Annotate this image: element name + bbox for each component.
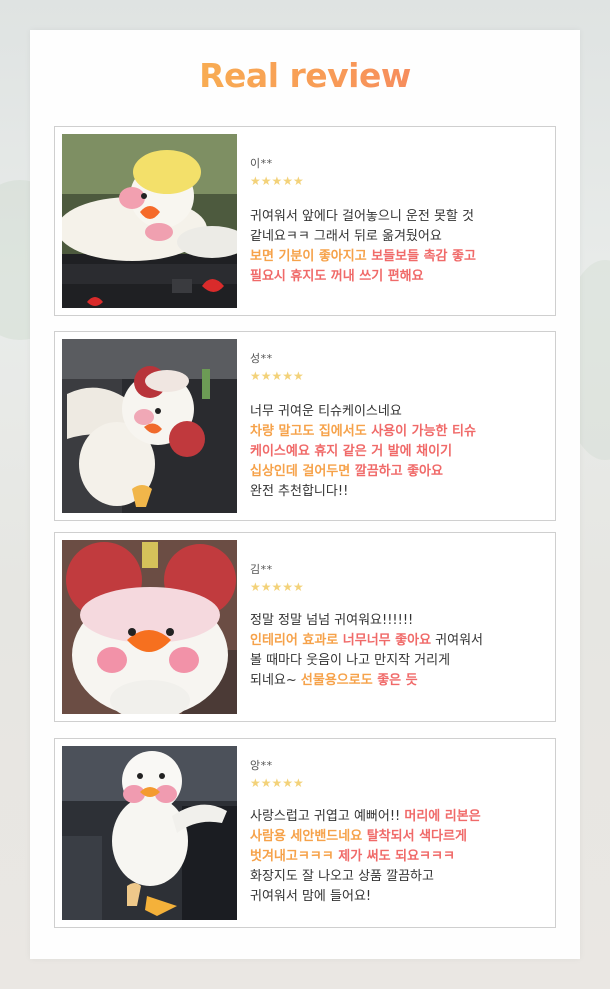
review-text-segment: 십상인데 걸어두면	[250, 464, 355, 479]
review-text-segment: 좋은 듯	[377, 673, 418, 688]
review-line: 되네요~ 선물용으로도 좋은 듯	[250, 671, 550, 691]
review-line: 너무 귀여운 티슈케이스네요	[250, 402, 550, 422]
review-line: 십상인데 걸어두면 깔끔하고 좋아요	[250, 462, 550, 482]
review-line: 정말 정말 넘넘 귀여워요!!!!!!	[250, 611, 550, 631]
review-text-segment: 너무 귀여운 티슈케이스네요	[250, 404, 402, 419]
review-text: 귀여워서 앞에다 걸어놓으니 운전 못할 것같네요ㅋㅋ 그래서 뒤로 옮겨뒀어요…	[250, 207, 550, 287]
review-line: 케이스예요 휴지 같은 거 발에 채이기	[250, 442, 550, 462]
review-line: 사랑스럽고 귀엽고 예뻐어!! 머리에 리본은	[250, 807, 550, 827]
review-text-segment: 사용이 가능한 티슈	[371, 424, 476, 439]
review-text-segment: 보들보들 촉감 좋고	[371, 249, 476, 264]
review-text-segment: 휴지 같은 거 발에 채이기	[314, 444, 453, 459]
review-line: 귀여워서 앞에다 걸어놓으니 운전 못할 것	[250, 207, 550, 227]
review-text-segment: 머리에 리본은	[404, 809, 481, 824]
review-text-segment: 벗겨내고ㅋㅋㅋ	[250, 849, 339, 864]
review-text-segment: 제가 써도 되요ㅋㅋㅋ	[338, 849, 455, 864]
review-line: 완전 추천합니다!!	[250, 482, 550, 502]
review-card: 성** ★★★★★ 너무 귀여운 티슈케이스네요차량 말고도 집에서도 사용이 …	[54, 331, 556, 521]
review-photo-duck-car-seat	[62, 746, 237, 920]
review-card: 앙** ★★★★★ 사랑스럽고 귀엽고 예뻐어!! 머리에 리본은 사람용 세안밴…	[54, 738, 556, 928]
review-line: 사람용 세안밴드네요 탈착되서 색다르게	[250, 827, 550, 847]
reviewer-name: 이**	[250, 157, 273, 170]
reviewer-name: 김**	[250, 563, 273, 576]
review-line: 차량 말고도 집에서도 사용이 가능한 티슈	[250, 422, 550, 442]
review-photo-duck-dashboard	[62, 134, 237, 308]
review-text-segment: 사람용 세안밴드네요	[250, 829, 367, 844]
review-text-segment: 깔끔하고 좋아요	[354, 464, 443, 479]
page-title: Real review	[30, 56, 580, 95]
review-text-segment: 보면 기분이 좋아지고	[250, 249, 372, 264]
review-line: 보면 기분이 좋아지고 보들보들 촉감 좋고	[250, 247, 550, 267]
review-text-segment: 케이스예요	[250, 444, 315, 459]
rating-stars: ★★★★★	[250, 580, 304, 594]
review-text: 정말 정말 넘넘 귀여워요!!!!!! 인테리어 효과로 너무너무 좋아요 귀여워…	[250, 611, 550, 691]
review-text-segment: 귀여워서 앞에다 걸어놓으니 운전 못할 것	[250, 209, 474, 224]
review-line: 같네요ㅋㅋ 그래서 뒤로 옮겨뒀어요	[250, 227, 550, 247]
review-photo-duck-headrest	[62, 339, 237, 513]
review-text-segment: 되네요~	[250, 673, 301, 688]
review-line: 인테리어 효과로 너무너무 좋아요 귀여워서	[250, 631, 550, 651]
review-line: 귀여워서 맘에 들어요!	[250, 887, 550, 907]
review-line: 볼 때마다 웃음이 나고 만지작 거리게	[250, 651, 550, 671]
review-line: 필요시 휴지도 꺼내 쓰기 편해요	[250, 267, 550, 287]
rating-stars: ★★★★★	[250, 369, 304, 383]
review-card: 김** ★★★★★ 정말 정말 넘넘 귀여워요!!!!!! 인테리어 효과로 너무…	[54, 532, 556, 722]
review-text: 사랑스럽고 귀엽고 예뻐어!! 머리에 리본은 사람용 세안밴드네요 탈착되서 색…	[250, 807, 550, 907]
review-text-segment: 화장지도 잘 나오고 상품 깔끔하고	[250, 869, 434, 884]
review-photo-duck-closeup	[62, 540, 237, 714]
review-text-segment: 탈착되서 색다르게	[366, 829, 467, 844]
review-line: 벗겨내고ㅋㅋㅋ 제가 써도 되요ㅋㅋㅋ	[250, 847, 550, 867]
review-text-segment: 볼 때마다 웃음이 나고 만지작 거리게	[250, 653, 451, 668]
review-text-segment: 귀여워서 맘에 들어요!	[250, 889, 372, 904]
review-text-segment: 너무너무 좋아요	[342, 633, 432, 648]
review-text-segment: 같네요ㅋㅋ 그래서 뒤로 옮겨뒀어요	[250, 229, 442, 244]
rating-stars: ★★★★★	[250, 776, 304, 790]
reviewer-name: 성**	[250, 352, 273, 365]
review-card: 이** ★★★★★ 귀여워서 앞에다 걸어놓으니 운전 못할 것같네요ㅋㅋ 그래…	[54, 126, 556, 316]
review-text-segment: 완전 추천합니다!!	[250, 484, 349, 499]
reviewer-name: 앙**	[250, 759, 273, 772]
review-text-segment: 귀여워서	[431, 633, 484, 648]
review-text-segment: 인테리어 효과로	[250, 633, 343, 648]
review-text-segment: 사랑스럽고 귀엽고 예뻐어!!	[250, 809, 405, 824]
review-panel: Real review 이** ★★★★★ 귀여워서 앞에다 걸어놓으니 운전 …	[30, 30, 580, 959]
review-text-segment: 필요시 휴지도 꺼내 쓰기 편해요	[250, 269, 424, 284]
review-line: 화장지도 잘 나오고 상품 깔끔하고	[250, 867, 550, 887]
review-text-segment: 선물용으로도	[300, 673, 378, 688]
review-text-segment: 차량 말고도 집에서도	[250, 424, 372, 439]
review-text-segment: 정말 정말 넘넘 귀여워요!!!!!!	[250, 613, 414, 628]
review-text: 너무 귀여운 티슈케이스네요 차량 말고도 집에서도 사용이 가능한 티슈 케이스예…	[250, 402, 550, 502]
rating-stars: ★★★★★	[250, 174, 304, 188]
